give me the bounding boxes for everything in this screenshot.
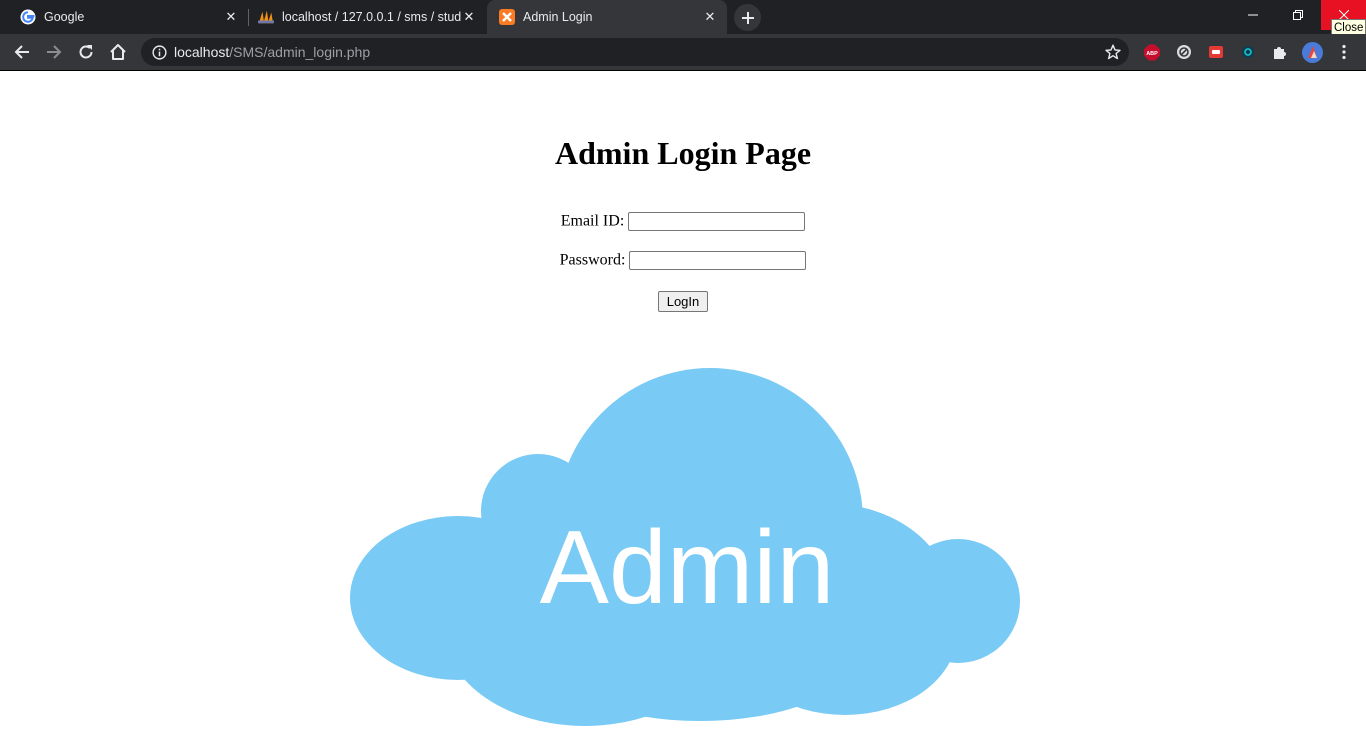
url-text: localhost/SMS/admin_login.php xyxy=(174,44,370,60)
tab-strip: Google ✕ localhost / 127.0.0.1 / sms / s… xyxy=(0,0,1366,34)
puzzle-icon[interactable] xyxy=(1272,44,1288,60)
login-button[interactable]: LogIn xyxy=(658,291,708,312)
info-icon[interactable] xyxy=(151,44,167,60)
url-host: localhost xyxy=(174,44,230,60)
restore-button[interactable] xyxy=(1275,0,1320,30)
password-field[interactable] xyxy=(629,251,807,270)
close-icon[interactable]: ✕ xyxy=(461,9,477,25)
new-tab-button[interactable] xyxy=(734,4,761,31)
minimize-button[interactable] xyxy=(1230,0,1275,30)
block-icon[interactable] xyxy=(1176,44,1192,60)
password-row: Password: xyxy=(0,251,1366,270)
restore-icon xyxy=(1292,10,1303,20)
svg-text:ABP: ABP xyxy=(1146,51,1158,57)
page-content: Admin Login Page Email ID: Password: Log… xyxy=(0,71,1366,733)
email-field[interactable] xyxy=(628,212,806,231)
cloud-label: Admin xyxy=(540,510,835,626)
email-label: Email ID: xyxy=(560,212,625,230)
minimize-icon xyxy=(1247,14,1258,16)
reload-icon xyxy=(79,45,93,59)
tab-title: Google xyxy=(44,10,85,24)
address-bar[interactable]: localhost/SMS/admin_login.php xyxy=(141,38,1129,66)
extension-teal-icon[interactable] xyxy=(1240,44,1256,60)
adblock-plus-icon[interactable]: ABP xyxy=(1144,44,1160,60)
forward-button[interactable] xyxy=(40,38,68,66)
password-label: Password: xyxy=(559,251,626,269)
email-row: Email ID: xyxy=(0,212,1366,231)
menu-kebab-icon[interactable] xyxy=(1336,44,1352,60)
tab-phpmyadmin[interactable]: localhost / 127.0.0.1 / sms / stude ✕ xyxy=(249,0,486,34)
tab-title: localhost / 127.0.0.1 / sms / stude xyxy=(282,10,461,24)
tab-title: Admin Login xyxy=(523,10,593,24)
tab-google[interactable]: Google ✕ xyxy=(0,0,248,34)
url-path: /SMS/admin_login.php xyxy=(229,44,371,60)
xampp-icon xyxy=(499,9,515,25)
profile-avatar-icon[interactable] xyxy=(1302,42,1323,63)
home-button[interactable] xyxy=(104,38,132,66)
google-icon xyxy=(20,9,36,25)
plus-icon xyxy=(741,11,754,24)
close-icon[interactable]: ✕ xyxy=(223,9,239,25)
reload-button[interactable] xyxy=(72,38,100,66)
tab-admin-login[interactable]: Admin Login ✕ xyxy=(487,0,727,34)
admin-cloud-image: Admin xyxy=(350,368,1020,726)
bookmark-star-icon[interactable] xyxy=(1105,44,1121,60)
extension-red-icon[interactable] xyxy=(1208,44,1224,60)
close-icon[interactable]: ✕ xyxy=(702,9,718,25)
back-arrow-icon xyxy=(14,45,29,59)
forward-arrow-icon xyxy=(47,45,62,59)
back-button[interactable] xyxy=(8,38,36,66)
phpmyadmin-icon xyxy=(258,9,274,25)
home-icon xyxy=(110,44,126,60)
page-title: Admin Login Page xyxy=(554,135,812,171)
